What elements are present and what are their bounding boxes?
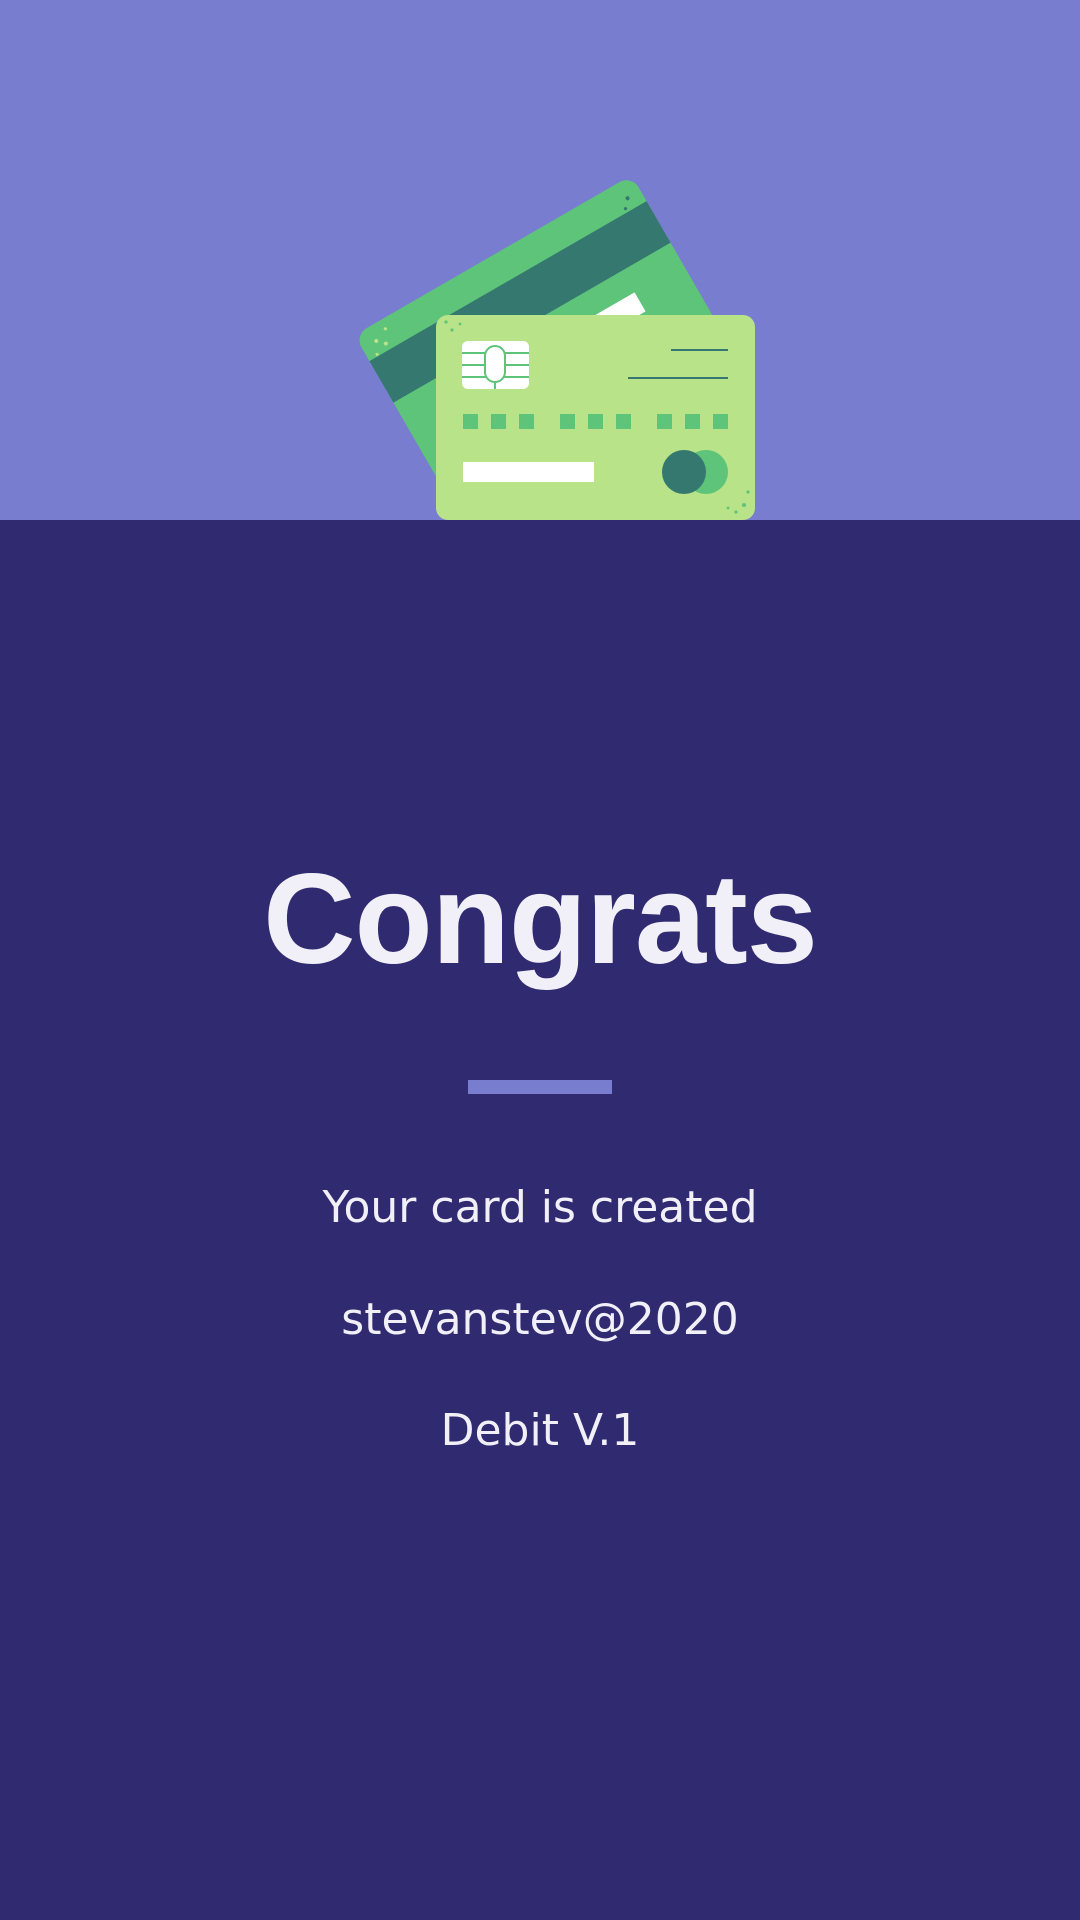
success-message: Your card is created — [322, 1182, 758, 1233]
chip-icon — [462, 341, 529, 389]
front-card — [436, 315, 755, 520]
title-divider — [468, 1080, 612, 1094]
page-title: Congrats — [263, 848, 818, 991]
username-label: stevanstev@2020 — [341, 1294, 739, 1345]
credit-cards-icon — [359, 180, 755, 520]
card-type-label: Debit V.1 — [440, 1405, 640, 1456]
